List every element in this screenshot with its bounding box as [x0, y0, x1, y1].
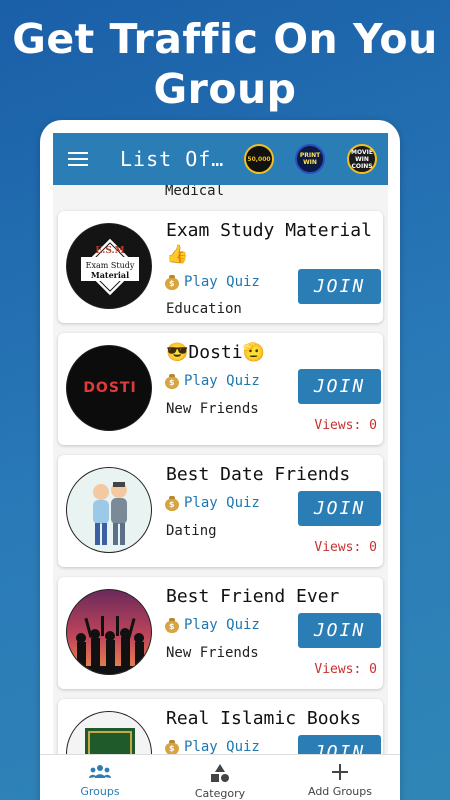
- two-friends-illustration-icon: [93, 482, 127, 545]
- group-avatar-books: [66, 711, 152, 755]
- play-quiz-label: Play Quiz: [184, 617, 260, 633]
- esm-logo-line2: Material: [90, 270, 130, 280]
- join-button[interactable]: JOIN: [298, 491, 381, 526]
- group-name: Best Friend Ever: [166, 586, 340, 607]
- category-icon: [211, 764, 229, 782]
- phone-frame: List Of… 50,000 PRINT WIN MOVIE WIN COIN…: [40, 120, 400, 800]
- group-name: Exam Study Material 👍: [166, 220, 372, 265]
- play-quiz-label: Play Quiz: [184, 739, 260, 755]
- join-button[interactable]: JOIN: [298, 269, 381, 304]
- group-name: Real Islamic Books: [166, 708, 362, 729]
- promo-line-2: Group: [153, 65, 297, 113]
- nav-label: Category: [194, 787, 246, 800]
- group-avatar-date: [66, 467, 152, 553]
- money-bag-icon: $: [164, 373, 180, 389]
- nav-label: Add Groups: [307, 785, 372, 798]
- money-bag-icon: $: [164, 617, 180, 633]
- nav-groups[interactable]: Groups: [40, 755, 160, 800]
- group-category: New Friends: [166, 401, 259, 417]
- money-bag-icon: $: [164, 274, 180, 290]
- play-quiz-link[interactable]: $ Play Quiz: [164, 274, 260, 290]
- nav-category[interactable]: Category: [160, 755, 280, 800]
- group-card[interactable]: Best Date Friends $ Play Quiz Dating JOI…: [58, 455, 383, 567]
- nav-add-groups[interactable]: Add Groups: [280, 755, 400, 800]
- group-category: New Friends: [166, 645, 259, 661]
- app-bar: List Of… 50,000 PRINT WIN MOVIE WIN COIN…: [53, 133, 388, 185]
- coin-reward-badge[interactable]: 50,000: [244, 144, 274, 174]
- movie-win-coins-badge[interactable]: MOVIE WIN COINS: [347, 144, 377, 174]
- group-avatar-esm: E.S.M Exam Study Material: [66, 223, 152, 309]
- play-quiz-link[interactable]: $ Play Quiz: [164, 495, 260, 511]
- play-quiz-link[interactable]: $ Play Quiz: [164, 617, 260, 633]
- badge-text: MOVIE: [351, 148, 373, 156]
- group-avatar-dosti: DOSTI: [66, 345, 152, 431]
- esm-logo-line1: Exam Study: [85, 261, 135, 270]
- friends-silhouette-icon: [67, 616, 151, 674]
- group-avatar-friends: [66, 589, 152, 675]
- money-bag-icon: $: [164, 739, 180, 755]
- clipped-category-text: Medical: [165, 185, 225, 199]
- promo-line-1: Get Traffic On You: [12, 15, 438, 63]
- app-bar-title: List Of…: [120, 147, 225, 171]
- views-count: Views: 0: [314, 662, 377, 677]
- groups-icon: [89, 765, 111, 778]
- group-list[interactable]: Medical E.S.M Exam Study Material Exam S…: [53, 185, 388, 755]
- views-count: Views: 0: [314, 418, 377, 433]
- money-bag-icon: $: [164, 495, 180, 511]
- views-count: Views: 0: [314, 540, 377, 555]
- group-card[interactable]: Best Friend Ever $ Play Quiz New Friends…: [58, 577, 383, 689]
- badge-text: 50,000: [247, 155, 271, 163]
- plus-icon: [332, 764, 348, 780]
- badge-text: WIN: [303, 159, 317, 166]
- play-quiz-link[interactable]: $ Play Quiz: [164, 373, 260, 389]
- group-card[interactable]: Real Islamic Books $ Play Quiz JOIN: [58, 699, 383, 755]
- group-category: Dating: [166, 523, 217, 539]
- badge-text: PRINT: [299, 152, 321, 159]
- group-name: Best Date Friends: [166, 464, 351, 485]
- play-quiz-label: Play Quiz: [184, 495, 260, 511]
- group-card[interactable]: DOSTI 😎Dosti🫡 $ Play Quiz New Friends JO…: [58, 333, 383, 445]
- join-button[interactable]: JOIN: [298, 735, 381, 755]
- bottom-navigation: Groups Category Add Groups: [40, 754, 400, 800]
- dosti-logo-word: DOSTI: [83, 380, 137, 396]
- dosti-logo-text: DOSTI: [67, 380, 151, 396]
- group-card[interactable]: E.S.M Exam Study Material Exam Study Mat…: [58, 211, 383, 323]
- print-win-badge[interactable]: PRINT WIN: [295, 144, 325, 174]
- esm-logo-top: E.S.M: [95, 246, 125, 256]
- group-name: 😎Dosti🫡: [166, 342, 266, 363]
- play-quiz-link[interactable]: $ Play Quiz: [164, 739, 260, 755]
- promo-title: Get Traffic On You Group: [0, 14, 450, 114]
- play-quiz-label: Play Quiz: [184, 373, 260, 389]
- join-button[interactable]: JOIN: [298, 369, 381, 404]
- play-quiz-label: Play Quiz: [184, 274, 260, 290]
- join-button[interactable]: JOIN: [298, 613, 381, 648]
- badge-text: WIN COINS: [351, 155, 373, 170]
- nav-label: Groups: [80, 785, 120, 798]
- book-stack-icon: [85, 728, 135, 755]
- hamburger-menu-icon[interactable]: [68, 152, 88, 166]
- group-category: Education: [166, 301, 242, 317]
